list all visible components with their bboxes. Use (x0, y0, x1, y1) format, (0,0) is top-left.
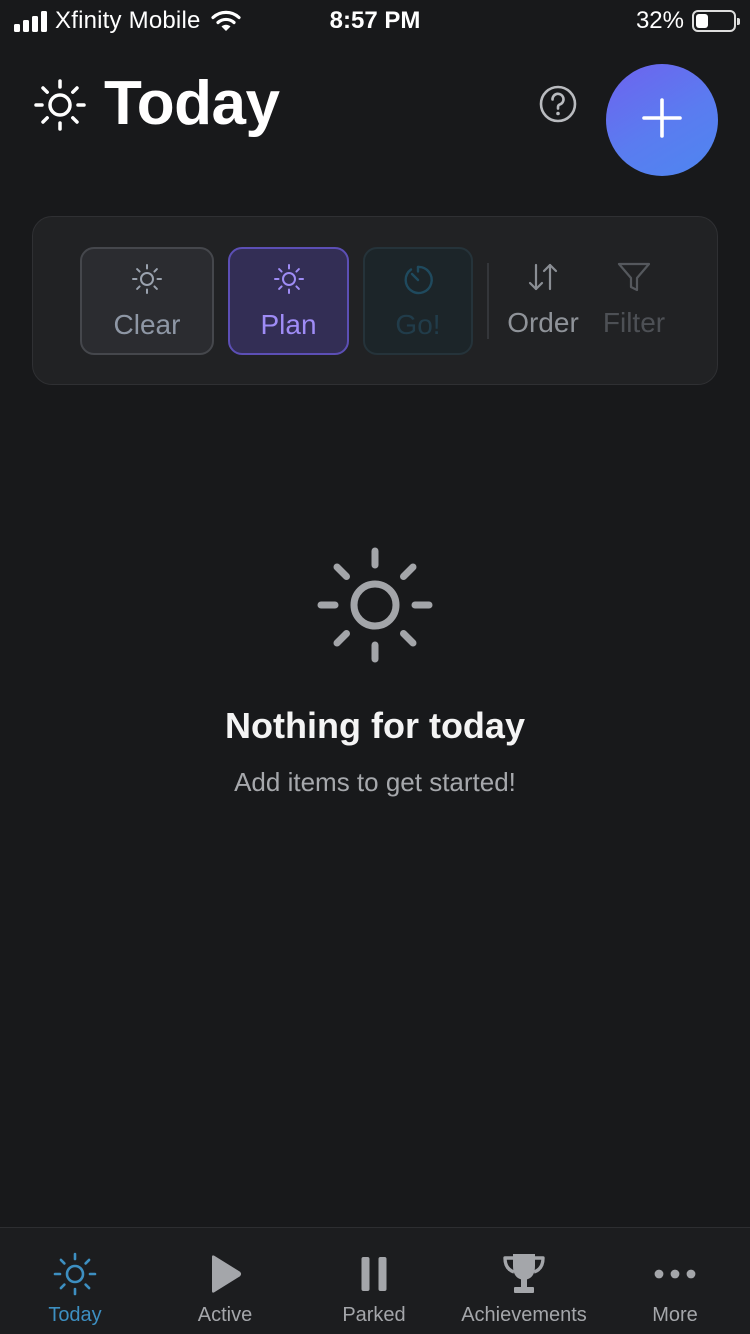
ellipsis-icon (653, 1252, 697, 1301)
clear-label: Clear (113, 309, 181, 340)
help-icon[interactable] (538, 84, 578, 124)
plan-label: Plan (260, 309, 317, 340)
tab-active-label: Active (197, 1304, 253, 1326)
empty-state: Nothing for today Add items to get start… (0, 540, 750, 820)
sun-icon (34, 79, 86, 136)
empty-state-title: Nothing for today (225, 705, 525, 746)
pause-icon (352, 1252, 396, 1301)
status-bar: Xfinity Mobile 8:57 PM 32% (0, 0, 750, 42)
filter-icon (616, 261, 652, 298)
filter-button[interactable]: Filter (595, 247, 673, 355)
screen: Xfinity Mobile 8:57 PM 32% Today Clear P… (0, 0, 750, 1334)
sun-icon (273, 263, 305, 300)
sort-icon (526, 261, 560, 298)
status-right: 32% (635, 7, 740, 35)
tab-parked[interactable]: Parked (300, 1228, 448, 1334)
battery-fill (696, 14, 708, 28)
tab-today-label: Today (48, 1304, 102, 1326)
play-icon (203, 1252, 247, 1301)
order-button[interactable]: Order (499, 247, 587, 355)
battery-percent: 32% (635, 7, 684, 34)
timer-icon (401, 263, 435, 302)
page-title: Today (104, 69, 280, 138)
tab-more[interactable]: More (600, 1228, 750, 1334)
battery-icon (692, 10, 740, 32)
plus-icon (640, 96, 684, 145)
toolbar: Clear Plan Go! Order Filter (32, 216, 718, 385)
tab-achievements[interactable]: Achievements (448, 1228, 600, 1334)
go-label: Go! (395, 309, 441, 340)
trophy-icon (501, 1252, 547, 1301)
plan-button[interactable]: Plan (228, 247, 349, 355)
tab-more-label: More (652, 1304, 698, 1326)
clear-button[interactable]: Clear (80, 247, 214, 355)
go-button[interactable]: Go! (363, 247, 473, 355)
empty-state-subtitle: Add items to get started! (234, 767, 516, 797)
order-label: Order (507, 307, 579, 338)
header: Today (0, 60, 750, 180)
tab-today[interactable]: Today (0, 1228, 150, 1334)
sun-icon (53, 1252, 97, 1301)
sun-icon (131, 263, 163, 300)
tab-achievements-label: Achievements (461, 1304, 587, 1326)
sun-icon (316, 546, 434, 669)
battery-cap (737, 18, 740, 25)
tab-parked-label: Parked (342, 1304, 406, 1326)
filter-label: Filter (602, 307, 666, 338)
tab-bar: Today Active Parked Achievements More (0, 1227, 750, 1334)
add-button[interactable] (606, 64, 718, 176)
toolbar-divider (487, 263, 489, 339)
tab-active[interactable]: Active (150, 1228, 300, 1334)
